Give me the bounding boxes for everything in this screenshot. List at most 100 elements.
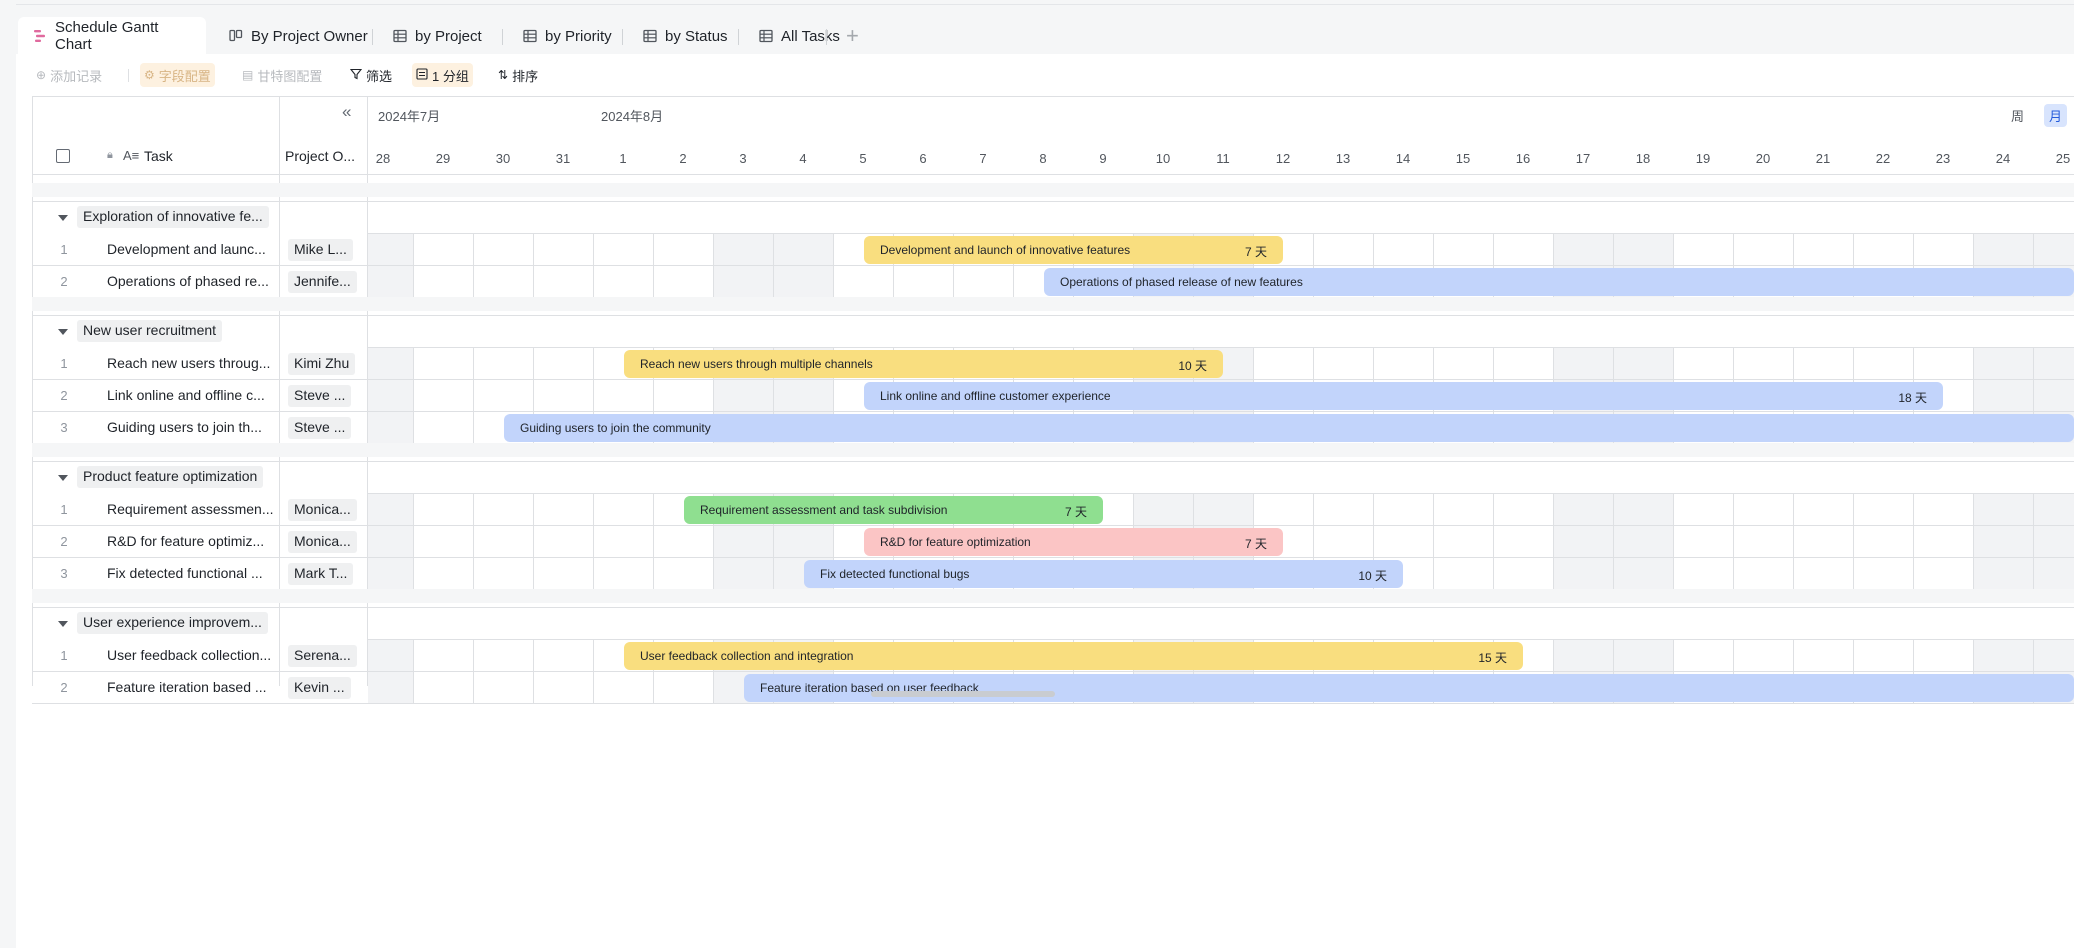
task-cell[interactable]: Reach new users throug...	[107, 355, 275, 371]
tab-label: By Project Owner	[251, 27, 368, 45]
group-name[interactable]: Exploration of innovative fe...	[77, 206, 269, 228]
sort-button[interactable]: ⇅ 排序	[494, 63, 542, 87]
group-label: 1 分组	[432, 68, 469, 84]
gantt-bar[interactable]: Link online and offline customer experie…	[864, 382, 1943, 410]
group-button[interactable]: 1 分组	[412, 63, 473, 87]
day-gridline	[413, 672, 414, 704]
day-label: 4	[799, 151, 807, 166]
day-gridline	[1673, 640, 1674, 672]
row-number: 2	[60, 388, 68, 403]
day-gridline	[1913, 494, 1914, 526]
collapse-caret-icon[interactable]	[58, 621, 68, 627]
field-config-button[interactable]: ⚙ 字段配置	[140, 63, 215, 87]
weekend-cell	[368, 412, 413, 444]
row-divider	[32, 557, 2074, 558]
gantt-bar[interactable]: R&D for feature optimization 7 天	[864, 528, 1283, 556]
gantt-bar-duration: 18 天	[1898, 391, 1927, 405]
weekend-cell	[368, 494, 413, 526]
weekend-cell	[368, 672, 413, 704]
add-record-button[interactable]: ⊕ 添加记录	[32, 63, 106, 87]
day-gridline	[1913, 348, 1914, 380]
gantt-bar[interactable]: Guiding users to join the community	[504, 414, 2074, 442]
owner-tag[interactable]: Mike L...	[288, 239, 353, 261]
weekend-cell	[368, 348, 413, 380]
tab-by-project-owner[interactable]: By Project Owner	[214, 17, 382, 55]
gantt-config-button[interactable]: ▤ 甘特图配置	[238, 63, 326, 87]
add-view-button[interactable]: +	[846, 25, 859, 47]
day-gridline	[533, 558, 534, 590]
gantt-bar[interactable]: Requirement assessment and task subdivis…	[684, 496, 1103, 524]
owner-tag[interactable]: Kevin ...	[288, 677, 351, 699]
group-name[interactable]: New user recruitment	[77, 320, 223, 342]
day-gridline	[593, 266, 594, 298]
task-cell[interactable]: Feature iteration based ...	[107, 679, 275, 695]
weekend-cell	[1973, 348, 2033, 380]
tab-by-status[interactable]: by Status	[628, 17, 742, 55]
tab-by-priority[interactable]: by Priority	[508, 17, 626, 55]
add-record-label: 添加记录	[50, 68, 103, 84]
day-gridline	[773, 234, 774, 266]
grid-icon	[392, 28, 408, 44]
task-cell[interactable]: Guiding users to join th...	[107, 419, 275, 435]
column-header-task[interactable]: Task	[144, 148, 173, 164]
day-label: 7	[979, 151, 987, 166]
group-name[interactable]: User experience improvem...	[77, 612, 268, 634]
day-label: 21	[1815, 151, 1831, 166]
weekend-cell	[368, 526, 413, 558]
select-all-checkbox[interactable]	[56, 149, 70, 163]
week-view-button[interactable]: 周	[2006, 104, 2029, 127]
owner-tag[interactable]: Steve ...	[288, 417, 352, 439]
owner-tag[interactable]: Monica...	[288, 499, 357, 521]
column-header-owner[interactable]: Project O...	[285, 148, 363, 164]
task-cell[interactable]: Requirement assessmen...	[107, 501, 275, 517]
day-gridline	[473, 234, 474, 266]
gantt-bar[interactable]: Feature iteration based on user feedback	[744, 674, 2074, 702]
gantt-bar-duration: 7 天	[1244, 245, 1267, 259]
collapse-panel-icon[interactable]: «	[342, 102, 351, 122]
collapse-caret-icon[interactable]	[58, 329, 68, 335]
row-divider	[32, 607, 2074, 608]
gantt-bar[interactable]: User feedback collection and integration…	[624, 642, 1523, 670]
task-cell[interactable]: Link online and offline c...	[107, 387, 275, 403]
collapse-caret-icon[interactable]	[58, 215, 68, 221]
task-cell[interactable]: Development and launc...	[107, 241, 275, 257]
owner-tag[interactable]: Kimi Zhu	[288, 353, 356, 375]
tab-by-project[interactable]: by Project	[378, 17, 496, 55]
day-gridline	[1673, 234, 1674, 266]
owner-tag[interactable]: Mark T...	[288, 563, 354, 585]
day-gridline	[2033, 558, 2034, 590]
weekend-cell	[713, 380, 773, 412]
owner-tag[interactable]: Serena...	[288, 645, 357, 667]
weekend-cell	[773, 266, 833, 298]
filter-button[interactable]: 筛选	[346, 63, 396, 87]
gantt-bar[interactable]: Operations of phased release of new feat…	[1044, 268, 2074, 296]
weekend-cell	[1973, 558, 2033, 590]
weekend-cell	[773, 380, 833, 412]
task-cell[interactable]: User feedback collection...	[107, 647, 275, 663]
weekend-cell	[713, 526, 773, 558]
day-label: 17	[1575, 151, 1591, 166]
owner-tag[interactable]: Steve ...	[288, 385, 352, 407]
day-gridline	[1853, 494, 1854, 526]
owner-tag[interactable]: Jennife...	[288, 271, 357, 293]
day-gridline	[833, 266, 834, 298]
horizontal-scrollbar[interactable]	[871, 691, 1055, 697]
group-name[interactable]: Product feature optimization	[77, 466, 264, 488]
task-cell[interactable]: Operations of phased re...	[107, 273, 275, 289]
gantt-bar[interactable]: Reach new users through multiple channel…	[624, 350, 1223, 378]
day-gridline	[473, 494, 474, 526]
collapse-caret-icon[interactable]	[58, 475, 68, 481]
day-label: 24	[1995, 151, 2011, 166]
gantt-bar[interactable]: Fix detected functional bugs 10 天	[804, 560, 1403, 588]
day-gridline	[473, 558, 474, 590]
month-view-button[interactable]: 月	[2044, 104, 2068, 127]
day-gridline	[1973, 640, 1974, 672]
task-cell[interactable]: R&D for feature optimiz...	[107, 533, 275, 549]
task-cell[interactable]: Fix detected functional ...	[107, 565, 275, 581]
owner-tag[interactable]: Monica...	[288, 531, 357, 553]
tab-schedule-gantt-chart[interactable]: Schedule Gantt Chart	[18, 17, 206, 55]
gantt-bar[interactable]: Development and launch of innovative fea…	[864, 236, 1283, 264]
day-gridline	[1313, 494, 1314, 526]
tab-all-tasks[interactable]: All Tasks	[744, 17, 854, 55]
day-label: 2	[679, 151, 687, 166]
